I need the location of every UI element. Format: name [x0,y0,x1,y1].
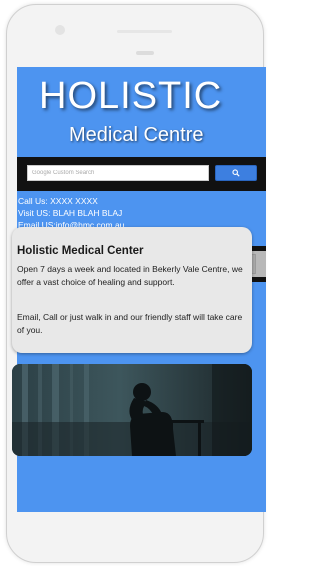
logo-title[interactable]: HOLISTIC [39,77,222,115]
intro-card-paragraph-1: Open 7 days a week and located in Bekerl… [17,264,243,287]
contact-phone: Call Us: XXXX XXXX [18,196,98,206]
camera-dot [55,25,65,35]
logo-subtitle: Medical Centre [69,124,204,146]
search-icon [232,169,240,177]
site-header: HOLISTIC Medical Centre [17,67,266,157]
search-button[interactable] [215,165,257,181]
intro-card: Holistic Medical Center Open 7 days a we… [12,227,252,353]
speaker-slot [136,51,154,55]
intro-card-title: Holistic Medical Center [17,245,144,257]
contact-address: Visit US: BLAH BLAH BLAJ [18,208,123,218]
search-bar [17,157,266,191]
sitting-person-photo [12,364,252,456]
search-input[interactable] [27,165,209,181]
intro-card-paragraph-2: Email, Call or just walk in and our frie… [17,312,243,335]
hero-photo [12,364,252,456]
earpiece-line [117,30,172,33]
